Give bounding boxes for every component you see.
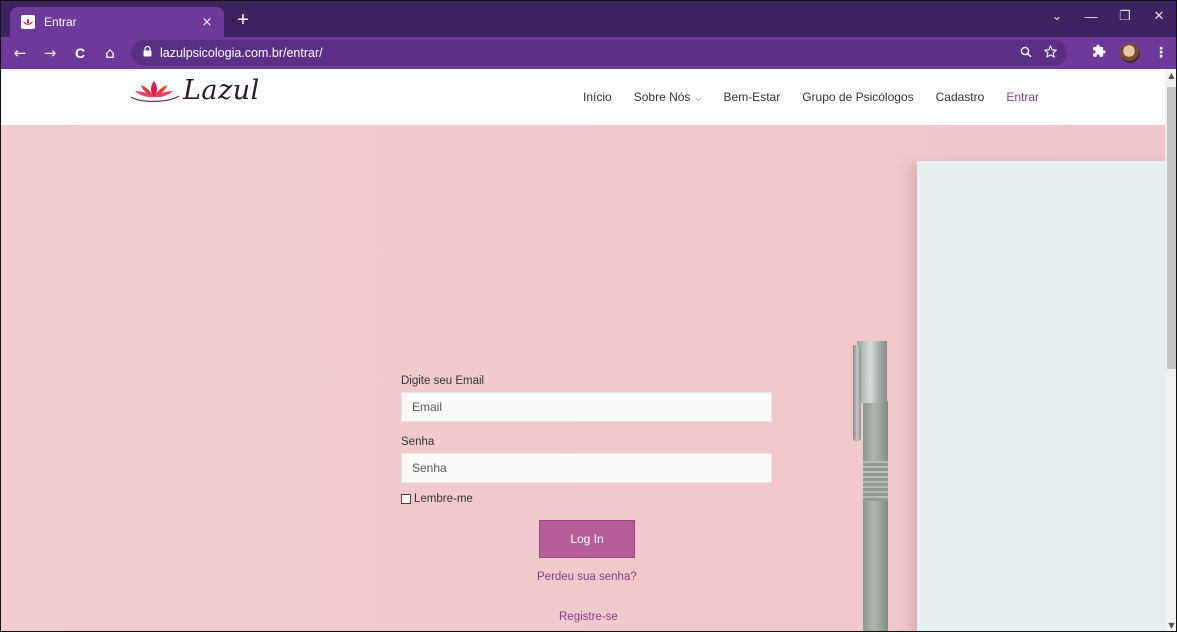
forward-arrow-icon[interactable]: → xyxy=(39,42,61,64)
password-label: Senha xyxy=(401,436,435,448)
bookmark-star-icon[interactable] xyxy=(1043,44,1058,61)
tab-close-icon[interactable]: × xyxy=(198,13,216,31)
remember-me-row: Lembre-me xyxy=(401,493,772,505)
nav-link-label: Sobre Nós xyxy=(633,90,691,104)
nav-link-entrar[interactable]: Entrar xyxy=(1006,90,1039,104)
back-arrow-icon[interactable]: ← xyxy=(9,42,31,64)
nav-link-inicio[interactable]: Início xyxy=(583,90,612,104)
register-link[interactable]: Registre-se xyxy=(559,611,618,623)
window-controls: ⌄ — ❐ ✕ xyxy=(1040,1,1176,31)
url-text[interactable]: lazulpsicologia.com.br/entrar/ xyxy=(160,46,323,60)
chevron-down-icon: ⌵ xyxy=(695,94,702,103)
tab-search-icon[interactable]: ⌄ xyxy=(1040,1,1074,31)
email-label: Digite seu Email xyxy=(401,375,485,387)
tab-strip: Entrar × + ⌄ — ❐ ✕ xyxy=(1,1,1176,37)
login-form: Digite seu Email Senha Lembre-me Log In … xyxy=(401,375,772,623)
lock-icon[interactable] xyxy=(143,45,152,60)
notebook-paper-image xyxy=(917,161,1165,631)
tab-entrar[interactable]: Entrar × xyxy=(10,7,224,37)
nav-link-bem-estar[interactable]: Bem-Estar xyxy=(724,90,781,104)
extensions-puzzle-icon[interactable] xyxy=(1092,44,1106,62)
scroll-down-arrow-icon[interactable]: ▼ xyxy=(1165,619,1176,631)
main-nav: Início Sobre Nós ⌵ Bem-Estar Grupo de Psi… xyxy=(583,69,1039,125)
page-viewport: Lazul Início Sobre Nós ⌵ Bem-Estar Grupo … xyxy=(1,69,1165,631)
nav-link-sobre-nos[interactable]: Sobre Nós ⌵ xyxy=(634,90,702,104)
pen-image xyxy=(863,401,888,631)
email-field[interactable] xyxy=(401,392,772,422)
close-window-button[interactable]: ✕ xyxy=(1142,1,1176,31)
vertical-scrollbar[interactable]: ▲ ▼ xyxy=(1165,69,1176,631)
site-header: Lazul Início Sobre Nós ⌵ Bem-Estar Grupo … xyxy=(1,69,1165,125)
menu-kebab-icon[interactable]: ⋮ xyxy=(1154,45,1168,61)
lost-password-link[interactable]: Perdeu sua senha? xyxy=(537,571,637,583)
logo-text: Lazul xyxy=(183,75,260,106)
reload-icon[interactable]: C xyxy=(69,42,91,64)
zoom-icon[interactable] xyxy=(1020,46,1032,61)
home-icon[interactable]: ⌂ xyxy=(99,42,121,64)
pen-cap-image xyxy=(857,341,887,403)
omnibox-actions xyxy=(1008,40,1058,66)
minimize-button[interactable]: — xyxy=(1074,1,1108,31)
nav-link-grupo-de-psicologos[interactable]: Grupo de Psicólogos xyxy=(802,90,913,104)
nav-link-cadastro[interactable]: Cadastro xyxy=(936,90,985,104)
toolbar-right: ⋮ xyxy=(1078,37,1168,69)
profile-avatar[interactable] xyxy=(1120,43,1140,63)
password-field[interactable] xyxy=(401,453,772,483)
remember-me-checkbox[interactable] xyxy=(401,494,411,504)
login-button[interactable]: Log In xyxy=(539,520,635,558)
new-tab-button[interactable]: + xyxy=(232,9,254,31)
remember-me-label[interactable]: Lembre-me xyxy=(414,493,473,505)
site-logo[interactable]: Lazul xyxy=(127,75,260,106)
scroll-thumb[interactable] xyxy=(1167,87,1176,369)
tab-title: Entrar xyxy=(44,15,77,29)
pen-grip-image xyxy=(863,461,888,501)
address-bar[interactable]: lazulpsicologia.com.br/entrar/ xyxy=(131,40,1067,66)
pen-clip-image xyxy=(853,345,861,441)
scroll-up-arrow-icon[interactable]: ▲ xyxy=(1165,69,1176,83)
restore-button[interactable]: ❐ xyxy=(1108,1,1142,31)
browser-toolbar: ← → C ⌂ lazulpsicologia.com.br/entrar/ ⋮ xyxy=(1,37,1176,69)
lotus-favicon-icon xyxy=(21,15,35,29)
lotus-logo-icon xyxy=(130,80,180,102)
browser-window: Entrar × + ⌄ — ❐ ✕ ← → C ⌂ lazulpsicolog… xyxy=(0,0,1177,632)
